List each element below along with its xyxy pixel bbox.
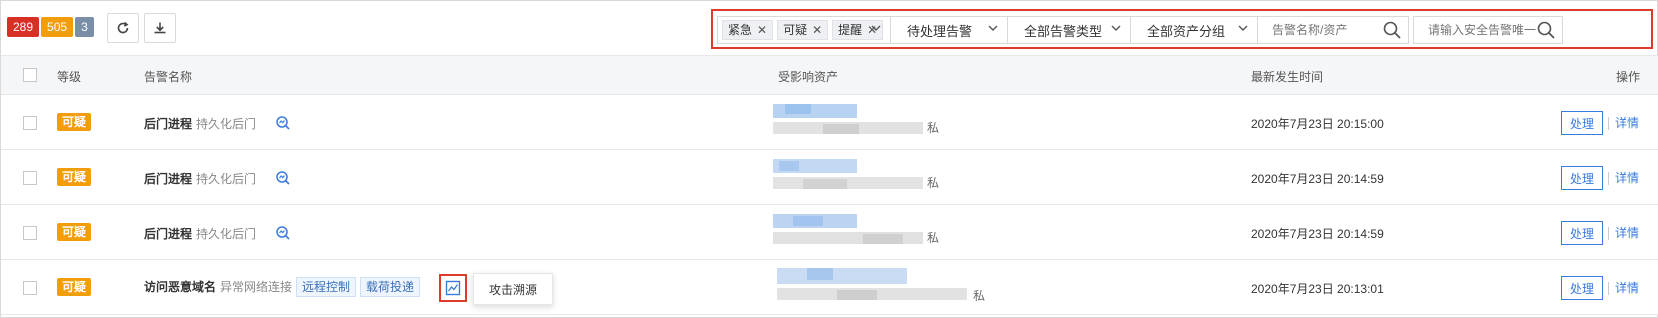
select-all-checkbox[interactable] [23,68,37,82]
chart-icon [445,280,461,296]
asset-info-blurred[interactable] [773,214,953,250]
header-time[interactable]: 最新发生时间 [1251,68,1323,85]
download-icon [154,22,166,34]
group-filter-select[interactable]: 全部资产分组 [1130,16,1258,44]
chevron-down-icon [1237,22,1249,37]
id-search-field[interactable] [1413,16,1563,44]
level-badge: 可疑 [57,223,92,241]
suspicious-count-badge[interactable]: 505 [41,17,74,37]
detail-link[interactable]: 详情 [1615,224,1639,241]
severity-counts: 289 505 3 [7,17,96,37]
header-level: 等级 [57,70,82,84]
occur-time: 2020年7月23日 20:15:00 [1251,117,1384,131]
alert-name[interactable]: 后门进程 持久化后门 [144,115,256,132]
search-icon[interactable] [1382,20,1402,43]
name-search-field[interactable] [1257,16,1409,44]
header-name: 告警名称 [144,70,193,84]
id-search-input[interactable] [1428,23,1538,37]
attack-trace-tooltip: 攻击溯源 [473,273,553,305]
table-row[interactable]: 可疑 后门进程 持久化后门 私 2020年7月23日 20:15:00 处理 详情 [1,95,1658,150]
download-button[interactable] [144,13,176,43]
asset-info-blurred[interactable] [773,104,953,140]
handle-button[interactable]: 处理 [1561,111,1603,135]
detail-link[interactable]: 详情 [1615,114,1639,131]
level-badge: 可疑 [57,278,92,296]
tactic-chip: 远程控制 [296,277,357,297]
chevron-down-icon [870,22,882,37]
table-row[interactable]: 可疑 后门进程 持久化后门 私 2020年7月23日 20:14:59 处理 详情 [1,205,1658,260]
tag-urgent: 紧急 ✕ [722,20,774,40]
handle-button[interactable]: 处理 [1561,221,1603,245]
chevron-down-icon [987,22,999,37]
table-row[interactable]: 可疑 后门进程 持久化后门 私 2020年7月23日 20:14:59 处理 详情 [1,150,1658,205]
chevron-down-icon [1110,22,1122,37]
search-icon[interactable] [1536,20,1556,43]
header-ops: 操作 [1616,70,1641,84]
occur-time: 2020年7月23日 20:13:01 [1251,282,1384,296]
close-icon[interactable]: ✕ [812,21,822,39]
filter-bar-highlight: 紧急 ✕ 可疑 ✕ 提醒 ✕ 待处理告警 全部告警类型 全部资产分组 [711,9,1653,49]
row-checkbox[interactable] [23,226,37,240]
urgent-count-badge[interactable]: 289 [7,17,40,37]
table-header: 等级 告警名称 受影响资产 最新发生时间 操作 [1,55,1658,95]
trace-icon[interactable] [275,115,291,134]
tactic-chip: 载荷投递 [360,277,421,297]
status-filter-select[interactable]: 待处理告警 [890,16,1008,44]
trace-icon[interactable] [275,225,291,244]
private-ip-label: 私 [927,231,940,245]
detail-link[interactable]: 详情 [1615,279,1639,296]
header-asset: 受影响资产 [778,70,839,84]
private-ip-label: 私 [973,289,986,303]
level-badge: 可疑 [57,168,92,186]
occur-time: 2020年7月23日 20:14:59 [1251,172,1384,186]
asset-info-blurred[interactable] [777,268,967,304]
alert-name[interactable]: 后门进程 持久化后门 [144,225,256,242]
name-search-input[interactable] [1272,23,1382,37]
row-checkbox[interactable] [23,171,37,185]
toolbar: 289 505 3 紧急 ✕ 可疑 ✕ 提醒 ✕ 待处理告警 全部告警类型 全部… [1,1,1658,55]
occur-time: 2020年7月23日 20:14:59 [1251,227,1384,241]
refresh-button[interactable] [107,13,139,43]
row-checkbox[interactable] [23,116,37,130]
handle-button[interactable]: 处理 [1561,276,1603,300]
private-ip-label: 私 [927,121,940,135]
table-row[interactable]: 可疑 访问恶意域名 异常网络连接 远程控制 载荷投递 攻击溯源 私 2020年7月23… [1,260,1658,315]
private-ip-label: 私 [927,176,940,190]
detail-link[interactable]: 详情 [1615,169,1639,186]
refresh-icon [117,21,129,34]
handle-button[interactable]: 处理 [1561,166,1603,190]
asset-info-blurred[interactable] [773,159,953,195]
reminder-count-badge[interactable]: 3 [75,17,94,37]
alert-name[interactable]: 后门进程 持久化后门 [144,170,256,187]
attack-trace-button[interactable] [439,274,467,302]
type-filter-select[interactable]: 全部告警类型 [1007,16,1131,44]
row-checkbox[interactable] [23,281,37,295]
level-badge: 可疑 [57,113,92,131]
trace-icon[interactable] [275,170,291,189]
alert-list-panel: 289 505 3 紧急 ✕ 可疑 ✕ 提醒 ✕ 待处理告警 全部告警类型 全部… [0,0,1658,318]
severity-filter-select[interactable]: 紧急 ✕ 可疑 ✕ 提醒 ✕ [717,16,891,44]
alert-name[interactable]: 访问恶意域名 异常网络连接 远程控制 载荷投递 [144,277,421,297]
close-icon[interactable]: ✕ [757,21,767,39]
tag-suspicious: 可疑 ✕ [777,20,829,40]
